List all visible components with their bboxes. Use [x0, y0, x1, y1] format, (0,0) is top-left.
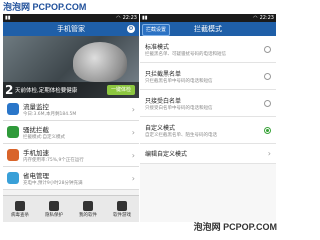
- feature-icon: [7, 126, 19, 138]
- chevron-right-icon: ›: [267, 149, 271, 158]
- mode-option[interactable]: 自定义模式 自定义拦截黑名单、陌生号码的电话: [140, 117, 276, 144]
- radio-button[interactable]: [264, 99, 271, 107]
- page-title: 拦截模式: [194, 25, 222, 33]
- feature-desc: 充电中,预计9小时28分钟充满: [23, 181, 83, 186]
- shield-icon: [15, 200, 25, 211]
- watermark-bottom: 泡泡网 PCPOP.COM: [193, 222, 277, 232]
- feature-row[interactable]: 省电管理 充电中,预计9小时28分钟充满 ›: [3, 167, 139, 190]
- wifi-icon: ◠: [116, 15, 121, 21]
- block-mode-screen: ▮▮ ◠ 22:23 拦截设置 拦截模式 标准模式 拦截黑名单、可疑骚扰号码的电话…: [140, 14, 276, 222]
- mode-option[interactable]: 只接受白名单 只接受白名单中号码的电话和短信: [140, 90, 276, 117]
- dock-label: 软件游戏: [113, 212, 131, 218]
- radio-button[interactable]: [264, 45, 271, 53]
- chevron-right-icon: ›: [131, 150, 135, 160]
- feature-icon: [7, 149, 19, 161]
- dog-photo: [73, 42, 127, 82]
- mode-desc: 拦截黑名单、可疑骚扰号码的电话和短信: [145, 51, 226, 57]
- edit-custom-mode-row[interactable]: 编辑自定义模式 ›: [140, 144, 276, 164]
- dock-item[interactable]: 我的软件: [71, 196, 105, 222]
- dock-label: 病毒查杀: [11, 212, 29, 218]
- feature-title: 省电管理: [23, 172, 49, 180]
- signal-icon: ▮▮: [5, 15, 11, 21]
- dock-label: 我的软件: [79, 212, 97, 218]
- feature-list: 流量监控 今日:3.6M,本月剩184.5M › 骚扰拦截 拦截模式:自定义模式 › 手机加…: [3, 98, 139, 190]
- mode-desc: 只拦截黑名单中号码的电话和短信: [145, 78, 213, 84]
- feature-row[interactable]: 手机加速 内存使用率:75%,9个正在运行 ›: [3, 144, 139, 167]
- title-bar: 手机管家 ⚙: [3, 22, 139, 36]
- feature-row[interactable]: 流量监控 今日:3.6M,本月剩184.5M ›: [3, 98, 139, 121]
- checkup-days: 2: [5, 83, 14, 97]
- app-title: 手机管家: [57, 25, 85, 33]
- dock-label: 隐私保护: [45, 212, 63, 218]
- feature-title: 手机加速: [23, 149, 49, 157]
- gamepad-icon: [117, 200, 127, 211]
- chevron-right-icon: ›: [131, 127, 135, 137]
- mode-label: 标准模式: [145, 43, 170, 51]
- feature-desc: 内存使用率:75%,9个正在运行: [23, 158, 84, 163]
- mode-option[interactable]: 标准模式 拦截黑名单、可疑骚扰号码的电话和短信: [140, 36, 276, 63]
- mode-desc: 自定义拦截黑名单、陌生号码的电话: [145, 132, 217, 138]
- feature-row[interactable]: 骚扰拦截 拦截模式:自定义模式 ›: [3, 121, 139, 144]
- chevron-right-icon: ›: [131, 104, 135, 114]
- mode-label: 只接受白名单: [145, 97, 182, 105]
- status-bar: ▮▮ ◠ 22:23: [140, 14, 276, 22]
- feature-icon: [7, 172, 19, 184]
- signal-icon: ▮▮: [142, 15, 148, 21]
- back-tab-block-settings[interactable]: 拦截设置: [142, 24, 171, 36]
- bottom-dock: 病毒查杀 隐私保护 我的软件 软件游戏: [3, 195, 139, 222]
- mode-option[interactable]: 只拦截黑名单 只拦截黑名单中号码的电话和短信: [140, 63, 276, 90]
- title-bar: 拦截设置 拦截模式: [140, 22, 276, 36]
- settings-icon[interactable]: ⚙: [127, 25, 135, 33]
- mode-label: 自定义模式: [145, 124, 176, 132]
- status-time: 22:23: [259, 15, 274, 21]
- watermark-top: 泡泡网 PCPOP.COM: [0, 0, 280, 14]
- checkup-banner: 2 天前体检,定期体检要健康 一键体检: [3, 36, 139, 98]
- feature-desc: 拦截模式:自定义模式: [23, 135, 66, 140]
- status-bar: ▮▮ ◠ 22:23: [3, 14, 139, 22]
- box-icon: [83, 200, 93, 211]
- dock-item[interactable]: 隐私保护: [37, 196, 71, 222]
- mode-desc: 只接受白名单中号码的电话和短信: [145, 105, 213, 111]
- feature-icon: [7, 103, 19, 115]
- radio-button[interactable]: [264, 72, 271, 80]
- wifi-icon: ◠: [253, 15, 258, 21]
- mode-label: 只拦截黑名单: [145, 70, 182, 78]
- one-click-checkup-button[interactable]: 一键体检: [107, 85, 135, 95]
- mode-list: 标准模式 拦截黑名单、可疑骚扰号码的电话和短信 只拦截黑名单 只拦截黑名单中号码的电话…: [140, 36, 276, 144]
- key-icon: [49, 200, 59, 211]
- dock-item[interactable]: 软件游戏: [105, 196, 139, 222]
- dock-item[interactable]: 病毒查杀: [3, 196, 37, 222]
- status-time: 22:23: [122, 15, 137, 21]
- feature-title: 流量监控: [23, 103, 49, 111]
- checkup-text: 天前体检,定期体检要健康: [15, 88, 78, 94]
- chevron-right-icon: ›: [131, 173, 135, 183]
- feature-desc: 今日:3.6M,本月剩184.5M: [23, 112, 77, 117]
- edit-custom-mode-label: 编辑自定义模式: [145, 151, 188, 158]
- banner-caption: 2 天前体检,定期体检要健康 一键体检: [3, 82, 139, 98]
- phone-manager-screen: ▮▮ ◠ 22:23 手机管家 ⚙ 2 天前体检,定期体检要健康 一键体检 流量…: [3, 14, 139, 222]
- radio-button[interactable]: [264, 126, 271, 134]
- feature-title: 骚扰拦截: [23, 126, 49, 134]
